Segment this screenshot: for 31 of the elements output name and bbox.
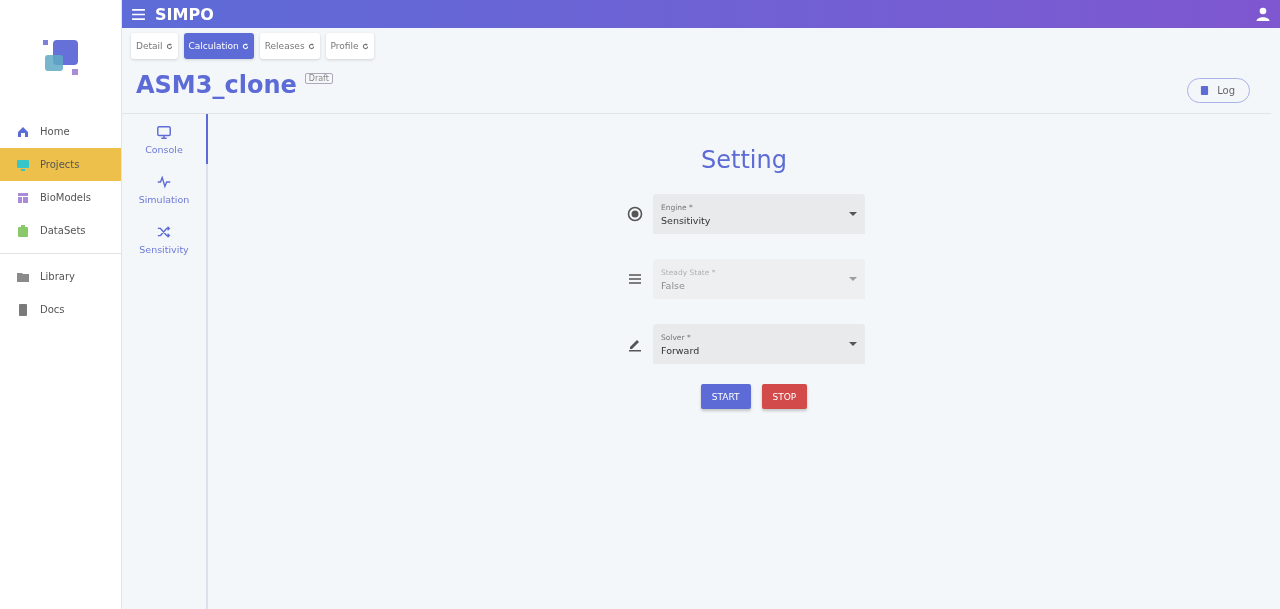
- status-badge: Draft: [304, 73, 333, 84]
- wave-icon: [156, 173, 172, 190]
- project-title: ASM3_clone: [136, 71, 297, 99]
- logo-icon: [42, 39, 79, 76]
- refresh-icon: [241, 42, 249, 50]
- tab[interactable]: Releases: [259, 33, 320, 59]
- refresh-icon: [361, 42, 369, 50]
- sidebar-item[interactable]: Docs: [0, 293, 121, 326]
- stop-button[interactable]: STOP: [761, 384, 808, 409]
- app-title: SIMPO: [155, 4, 215, 24]
- menu-icon: [627, 271, 643, 287]
- tab[interactable]: Calculation: [183, 33, 254, 59]
- side-tab[interactable]: Console: [122, 114, 208, 164]
- sidebar-item[interactable]: BioModels: [0, 181, 121, 214]
- menu-icon[interactable]: [132, 8, 145, 20]
- sidebar-item[interactable]: Home: [0, 115, 121, 148]
- refresh-icon: [307, 42, 315, 50]
- tab[interactable]: Detail: [131, 33, 178, 59]
- monitor-icon: [156, 123, 172, 140]
- book-icon: [1200, 86, 1210, 95]
- side-tab[interactable]: Simulation: [122, 164, 208, 214]
- tab[interactable]: Profile: [325, 33, 374, 59]
- start-button[interactable]: START: [700, 384, 751, 409]
- sidebar-item[interactable]: DataSets: [0, 214, 121, 247]
- sidebar-item[interactable]: Library: [0, 260, 121, 293]
- side-tab[interactable]: Sensitivity: [122, 214, 208, 264]
- refresh-icon: [165, 42, 173, 50]
- sidebar-item[interactable]: Projects: [0, 148, 121, 181]
- section-title: Setting: [701, 146, 787, 174]
- user-icon[interactable]: [1256, 7, 1270, 21]
- radio-icon: [627, 206, 643, 222]
